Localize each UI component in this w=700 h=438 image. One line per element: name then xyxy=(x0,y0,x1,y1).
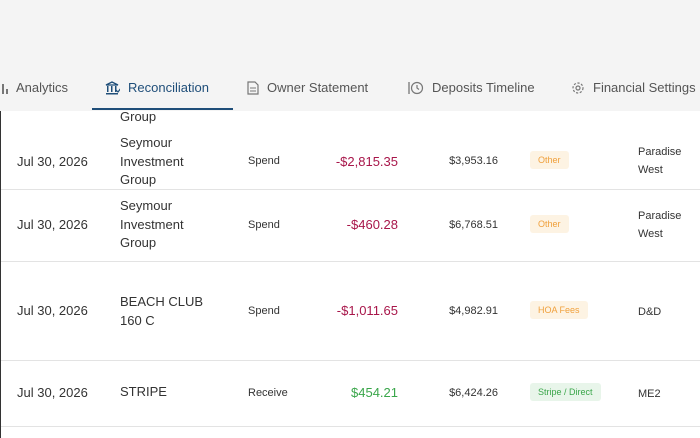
date-cell: Jul 30, 2026 xyxy=(17,303,88,318)
property-cell: Paradise West xyxy=(638,146,682,176)
category-badge: Stripe / Direct xyxy=(530,383,601,401)
type-cell: Spend xyxy=(248,219,280,231)
description-cell: Group xyxy=(120,111,157,124)
balance-cell: $6,424.26 xyxy=(449,387,498,399)
transactions-table: Group Jul 30, 2026 Seymour Investment Grou… xyxy=(0,111,700,438)
table-row[interactable]: Group xyxy=(1,111,700,135)
date-cell: Jul 30, 2026 xyxy=(17,385,88,400)
description-cell: Seymour Investment Group xyxy=(120,198,184,250)
tab-label: Deposits Timeline xyxy=(432,80,535,95)
history-icon xyxy=(408,81,424,95)
date-cell: Jul 30, 2026 xyxy=(17,154,88,169)
category-badge: HOA Fees xyxy=(530,301,588,319)
type-cell: Spend xyxy=(248,305,280,317)
category-badge: Other xyxy=(530,151,569,169)
property-cell: Paradise West xyxy=(638,210,682,240)
table-row[interactable]: Jul 30, 2026 Seymour Investment Group Spen… xyxy=(1,190,700,262)
table-row[interactable]: Jul 30, 2026 STRIPE Receive $454.21 $6,4… xyxy=(1,361,700,427)
property-cell: D&D xyxy=(638,306,662,318)
description-cell: BEACH CLUB 160 C xyxy=(120,294,204,328)
type-cell: Receive xyxy=(248,387,288,399)
balance-cell: $3,953.16 xyxy=(449,155,498,167)
bank-icon xyxy=(105,80,120,95)
balance-cell: $6,768.51 xyxy=(449,219,498,231)
document-icon xyxy=(247,80,259,95)
description-cell: STRIPE xyxy=(120,384,167,399)
tab-analytics[interactable]: Analytics xyxy=(0,64,68,111)
balance-cell: $4,982.91 xyxy=(449,305,498,317)
amount-cell: -$2,815.35 xyxy=(335,154,398,169)
tab-label: Owner Statement xyxy=(267,80,369,95)
description-cell: Seymour Investment Group xyxy=(120,135,184,187)
amount-cell: $454.21 xyxy=(351,385,398,400)
amount-cell: -$460.28 xyxy=(346,217,398,232)
tab-label: Reconciliation xyxy=(128,80,209,95)
type-cell: Spend xyxy=(248,155,280,167)
gear-icon xyxy=(571,81,585,95)
tab-financial-settings[interactable]: Financial Settings xyxy=(571,64,696,111)
category-badge: Other xyxy=(530,215,569,233)
bar-chart-icon xyxy=(0,82,8,94)
tab-label: Financial Settings xyxy=(593,80,696,95)
tab-owner-statement[interactable]: Owner Statement xyxy=(247,64,368,111)
amount-cell: -$1,011.65 xyxy=(336,303,398,318)
tab-label: Analytics xyxy=(16,80,69,95)
table-row[interactable]: Jul 30, 2026 BEACH CLUB 160 C Spend -$1,0… xyxy=(1,262,700,361)
tab-deposits-timeline[interactable]: Deposits Timeline xyxy=(408,64,535,111)
property-cell: ME2 xyxy=(638,388,661,400)
tab-bar: Analytics Reconciliation Owner Statement… xyxy=(0,64,700,112)
table-row[interactable]: Jul 30, 2026 Seymour Investment Group Spen… xyxy=(1,134,700,190)
tab-reconciliation[interactable]: Reconciliation xyxy=(105,64,209,111)
date-cell: Jul 30, 2026 xyxy=(17,217,88,232)
active-tab-indicator xyxy=(92,108,233,110)
